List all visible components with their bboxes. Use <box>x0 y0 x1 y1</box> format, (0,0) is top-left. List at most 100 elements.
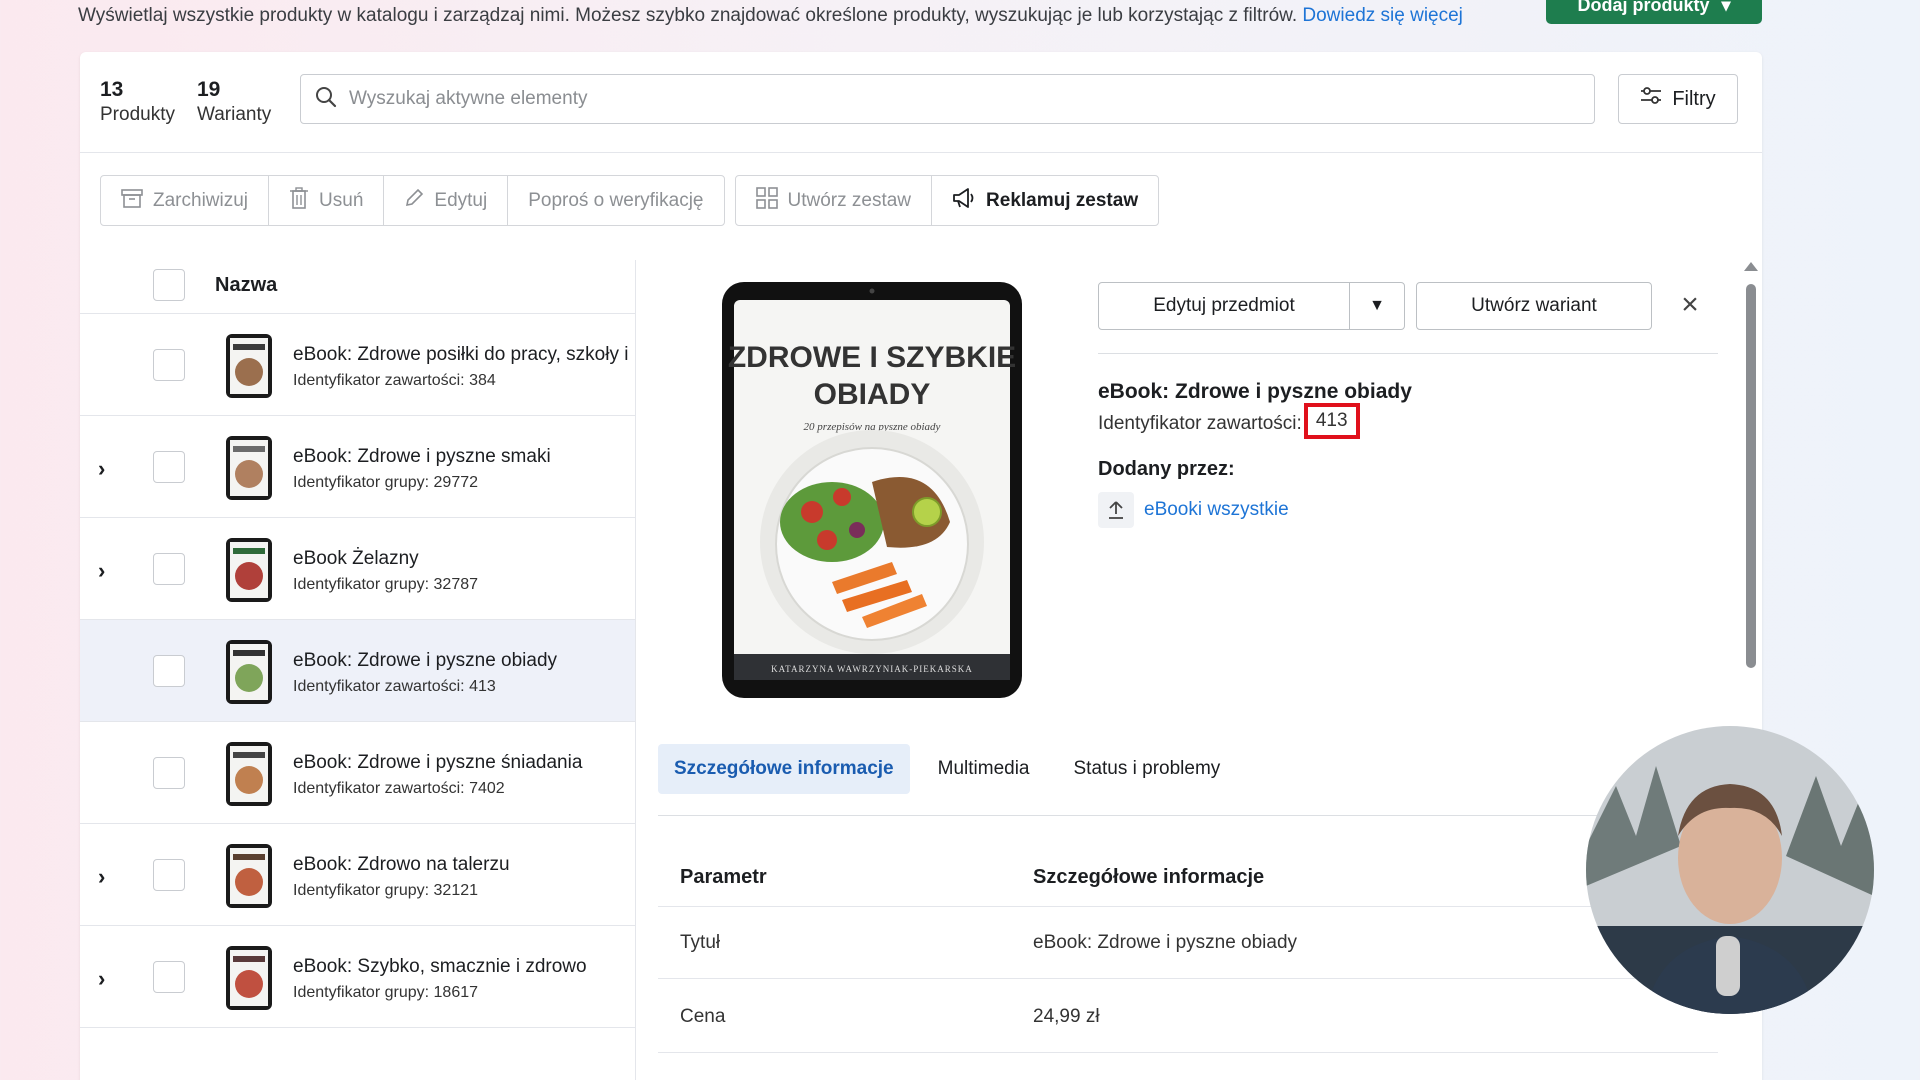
edit-item-button[interactable]: Edytuj przedmiot <box>1098 282 1350 330</box>
chevron-right-icon[interactable]: › <box>98 966 105 992</box>
create-set-button[interactable]: Utwórz zestaw <box>734 175 933 226</box>
grid-icon <box>755 186 778 215</box>
list-item-subtitle: Identyfikator grupy: 32787 <box>293 576 479 593</box>
chevron-right-icon[interactable]: › <box>98 864 105 890</box>
chevron-right-icon[interactable]: › <box>98 558 105 584</box>
table-row-divider <box>658 978 1718 979</box>
select-all-checkbox[interactable] <box>153 269 185 301</box>
list-item[interactable]: eBook: Zdrowe i pyszne obiady Identyfikat… <box>80 620 635 722</box>
list-item-subtitle: Identyfikator grupy: 29772 <box>293 474 479 491</box>
list-item-title: eBook: Zdrowe i pyszne smaki <box>293 446 551 467</box>
search-box <box>300 74 1595 124</box>
column-details-header: Szczegółowe informacje <box>1033 866 1265 888</box>
header-divider <box>80 152 1762 153</box>
tabs-divider <box>658 815 1718 816</box>
archive-icon <box>121 188 143 214</box>
list-item-subtitle: Identyfikator zawartości: 384 <box>293 372 496 389</box>
list-item-title: eBook: Zdrowe i pyszne obiady <box>293 650 558 671</box>
list-item[interactable]: eBook: Zdrowe i pyszne śniadania Identyfi… <box>80 722 635 824</box>
chevron-right-icon[interactable]: › <box>98 456 105 482</box>
verify-label: Poproś o weryfikację <box>528 189 704 211</box>
list-item-subtitle: Identyfikator grupy: 32121 <box>293 882 479 899</box>
list-item[interactable]: eBook: Zdrowe posiłki do pracy, szkoły i… <box>80 314 635 416</box>
list-item-title: eBook: Zdrowe posiłki do pracy, szkoły i <box>293 344 629 365</box>
catalog-stats: 13 Produkty 19 Warianty <box>100 78 271 128</box>
added-by-label: Dodany przez: <box>1098 458 1235 480</box>
variants-count: 19 <box>196 78 221 101</box>
row-checkbox[interactable] <box>153 553 185 585</box>
learn-more-link[interactable]: Dowiedz się więcej <box>1302 5 1463 26</box>
edit-item-dropdown[interactable]: ▼ <box>1349 282 1405 330</box>
edit-label: Edytuj <box>434 189 488 211</box>
products-stat: 13 Produkty <box>100 78 175 128</box>
add-products-label: Dodaj produkty <box>1577 0 1710 15</box>
list-item-subtitle: Identyfikator grupy: 18617 <box>293 984 479 1001</box>
detail-tabs: Szczegółowe informacje Multimedia Status… <box>658 744 1236 794</box>
table-param-price: Cena <box>680 1006 726 1027</box>
cover-title-line2: OBIADY <box>814 378 931 411</box>
product-thumbnail <box>226 334 272 398</box>
tab-status[interactable]: Status i problemy <box>1058 744 1237 794</box>
content-id-value: 413 <box>1303 403 1360 439</box>
search-input[interactable] <box>349 88 1549 110</box>
row-checkbox[interactable] <box>153 451 185 483</box>
list-item[interactable]: › eBook: Szybko, smacznie i zdrowo Identyf… <box>80 926 635 1028</box>
create-variant-button[interactable]: Utwórz wariant <box>1416 282 1652 330</box>
list-item-subtitle: Identyfikator zawartości: 7402 <box>293 780 505 797</box>
detail-scrollbar[interactable] <box>1746 284 1756 668</box>
tab-multimedia[interactable]: Multimedia <box>922 744 1046 794</box>
caret-down-icon: ▼ <box>1369 297 1385 314</box>
column-name-header: Nazwa <box>215 273 278 296</box>
row-checkbox[interactable] <box>153 859 185 891</box>
list-item[interactable]: › eBook: Zdrowo na talerzu Identyfikator g… <box>80 824 635 926</box>
row-checkbox[interactable] <box>153 349 185 381</box>
product-thumbnail <box>226 538 272 602</box>
product-thumbnail <box>226 640 272 704</box>
table-row-divider <box>658 1052 1718 1053</box>
added-by-link[interactable]: eBooki wszystkie <box>1144 499 1289 521</box>
filters-button[interactable]: Filtry <box>1618 74 1738 124</box>
trash-icon <box>289 186 309 215</box>
list-item[interactable]: › eBook: Zdrowe i pyszne smaki Identyfikat… <box>80 416 635 518</box>
bulk-actions-toolbar: Zarchiwizuj Usuń Edytuj Poproś o weryfik… <box>100 175 1160 226</box>
list-item-title: eBook Żelazny <box>293 548 419 569</box>
table-header-divider <box>658 906 1718 907</box>
variants-stat: 19 Warianty <box>197 78 271 128</box>
edit-button[interactable]: Edytuj <box>383 175 509 226</box>
close-icon[interactable]: × <box>1675 288 1705 321</box>
content-id: Identyfikator zawartości: 413 <box>1098 403 1360 439</box>
description-text: Wyświetlaj wszystkie produkty w katalogu… <box>78 5 1303 26</box>
product-thumbnail <box>226 946 272 1010</box>
promote-set-button[interactable]: Reklamuj zestaw <box>931 175 1160 226</box>
variants-label: Warianty <box>196 104 272 125</box>
row-checkbox[interactable] <box>153 655 185 687</box>
product-thumbnail <box>226 742 272 806</box>
list-header: Nazwa <box>80 260 635 310</box>
request-verification-button[interactable]: Poproś o weryfikację <box>507 175 725 226</box>
cover-title-line1: ZDROWE I SZYBKIE <box>728 341 1016 374</box>
add-products-button[interactable]: Dodaj produkty ▾ <box>1546 0 1762 24</box>
chevron-down-icon: ▾ <box>1721 0 1731 15</box>
list-item-subtitle: Identyfikator zawartości: 413 <box>293 678 496 695</box>
delete-button[interactable]: Usuń <box>268 175 385 226</box>
product-thumbnail <box>226 436 272 500</box>
row-checkbox[interactable] <box>153 961 185 993</box>
row-checkbox[interactable] <box>153 757 185 789</box>
page-description: Wyświetlaj wszystkie produkty w katalogu… <box>78 4 1508 28</box>
detail-divider <box>1098 353 1718 354</box>
delete-label: Usuń <box>319 189 364 211</box>
tab-details[interactable]: Szczegółowe informacje <box>658 744 910 794</box>
table-param-title: Tytuł <box>680 932 721 953</box>
archive-label: Zarchiwizuj <box>153 189 249 211</box>
search-icon <box>315 86 337 113</box>
archive-button[interactable]: Zarchiwizuj <box>100 175 270 226</box>
filters-label: Filtry <box>1672 87 1716 110</box>
scroll-up-arrow[interactable] <box>1744 262 1758 271</box>
sliders-icon <box>1640 87 1662 111</box>
list-item[interactable]: › eBook Żelazny Identyfikator grupy: 32787 <box>80 518 635 620</box>
column-parameter-header: Parametr <box>680 866 767 888</box>
table-value-price: 24,99 zł <box>1033 1006 1100 1027</box>
list-item-title: eBook: Zdrowe i pyszne śniadania <box>293 752 583 773</box>
added-by: eBooki wszystkie <box>1098 492 1289 528</box>
product-thumbnail <box>226 844 272 908</box>
